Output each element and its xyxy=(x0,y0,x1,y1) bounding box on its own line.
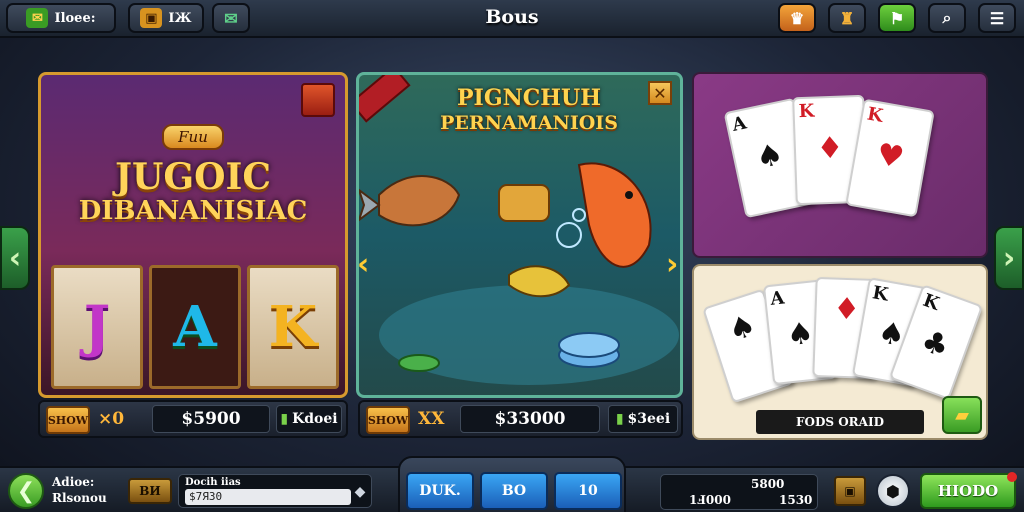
fish-title: PIGNCHUH PERNAMANIOIS xyxy=(419,85,639,135)
slots-game-panel[interactable]: Fuu JUGOIC DIBANANISIAC J A K xyxy=(38,72,348,398)
chest-button[interactable]: ♛ xyxy=(778,3,816,33)
code-field-input[interactable]: $7Я30 xyxy=(185,489,351,505)
bubble-icon xyxy=(556,208,586,248)
flag-button[interactable]: ⚑ xyxy=(878,3,916,33)
fish-title-line2: PERNAMANIOIS xyxy=(440,112,618,134)
slots-title-line1: JUGOIC xyxy=(114,156,272,198)
chevron-left-icon: ‹ xyxy=(8,240,22,276)
play-now-button[interactable]: HIODO xyxy=(920,472,1017,509)
diamond-icon: ♦ xyxy=(815,130,845,167)
slot-reels: J A K xyxy=(51,265,339,389)
fish-info-bar: SHOW XX $33000 ▮ $3eei xyxy=(358,400,683,438)
player-name: Adioe: xyxy=(52,475,95,489)
fish-game-panel[interactable]: PIGNCHUH PERNAMANIOIS ✕ ‹ › xyxy=(356,72,683,398)
tab-10[interactable]: 10 xyxy=(554,472,622,510)
soccer-ball-button[interactable]: ⬢ xyxy=(876,474,910,508)
fish-title-line1: PIGNCHUH xyxy=(457,85,601,111)
chest-icon: ▰ xyxy=(955,404,969,426)
slots-amount: $5900 xyxy=(152,405,270,433)
cards-game-panel-top[interactable]: A ♠ K ♦ K ♥ xyxy=(692,72,988,258)
koi-fish-icon xyxy=(577,162,652,268)
green-chip-icon xyxy=(398,354,440,372)
stats-line-2-left: 1Ⅎ000 xyxy=(689,493,731,507)
search-button[interactable]: ⌕ xyxy=(928,3,966,33)
slot-reel: K xyxy=(247,265,339,389)
slots-show-tag[interactable]: SHOW xyxy=(46,406,90,434)
small-fish-icon xyxy=(508,265,571,298)
fish-show-tag[interactable]: SHOW xyxy=(366,406,410,434)
top-bar: ✉ Iloee: ▣ IЖ ✉ Bous ♛ ♜ ⚑ ⌕ ☰ xyxy=(0,0,1024,38)
slots-tag: Fuu xyxy=(162,124,224,150)
gift-icon: ▣ xyxy=(140,8,163,28)
code-field-label: Docih iias xyxy=(185,477,241,488)
fish-multiplier: XX xyxy=(418,409,445,429)
mail-icon: ✉ xyxy=(224,8,238,28)
flag-icon: ⚑ xyxy=(889,8,905,28)
page-title: Bous xyxy=(485,6,539,28)
stats-line-1: 5800 xyxy=(751,477,785,491)
menu-button[interactable]: ☰ xyxy=(978,3,1016,33)
envelope-icon: ✉ xyxy=(26,8,49,28)
arrow-left-icon: ❮ xyxy=(16,478,36,504)
chest-button[interactable]: ▣ xyxy=(834,476,866,506)
menu-icon: ☰ xyxy=(989,8,1005,28)
cards-play-button[interactable]: ▰ xyxy=(942,396,982,434)
stats-line-2-right: 1530 xyxy=(779,493,813,507)
slots-multiplier: ×0 xyxy=(98,409,125,429)
fish-amount: $33000 xyxy=(460,405,600,433)
profile-button[interactable]: ✉ Iloee: xyxy=(6,3,116,33)
trophy-button[interactable]: ♜ xyxy=(828,3,866,33)
slots-badge-icon xyxy=(301,83,335,117)
close-icon: ✕ xyxy=(653,83,667,103)
slots-banner: Fuu JUGOIC DIBANANISIAC xyxy=(55,87,331,263)
fish-right-label-text: $3eei xyxy=(627,411,671,427)
chip-button[interactable]: ВИ xyxy=(128,478,172,504)
fish-scene xyxy=(359,162,679,385)
play-now-label: HIODO xyxy=(937,482,999,500)
fish-close-button[interactable]: ✕ xyxy=(648,81,672,105)
slot-reel: A xyxy=(149,265,241,389)
slots-right-label-text: Kdoei xyxy=(292,411,338,427)
soccer-ball-icon: ⬢ xyxy=(886,481,900,501)
chest-icon: ▣ xyxy=(844,484,856,498)
profile-button-label: Iloee: xyxy=(54,10,96,26)
tab-bo[interactable]: BO xyxy=(480,472,548,510)
search-icon: ⌕ xyxy=(942,8,952,27)
spade-icon: ♠ xyxy=(724,307,761,350)
bonus-button-label: IЖ xyxy=(168,10,192,26)
code-field-group: Docih iias $7Я30 xyxy=(178,474,372,508)
slots-info-bar: SHOW ×0 $5900 ▮ Kdoei xyxy=(38,400,348,438)
bottle-icon: ▮ xyxy=(280,411,289,427)
chevron-right-icon: › xyxy=(1002,240,1016,276)
carp-fish-icon xyxy=(359,175,461,227)
notification-dot xyxy=(1007,472,1017,482)
slot-reel: J xyxy=(51,265,143,389)
player-subtitle: Rlsonou xyxy=(52,491,107,505)
diamond-icon[interactable]: ◆ xyxy=(350,482,370,502)
slots-title-line2: DIBANANISIAC xyxy=(78,196,308,226)
bottle-icon: ▮ xyxy=(615,411,624,427)
golden-cannon-icon xyxy=(498,184,550,222)
bottom-bar: ❮ Adioe: Rlsonou ВИ Docih iias $7Я30 ◆ D… xyxy=(0,456,1024,512)
club-icon: ♣ xyxy=(916,323,954,366)
carousel-next-arrow[interactable]: › xyxy=(994,226,1024,290)
slots-right-label: ▮ Kdoei xyxy=(276,405,342,433)
stats-box: 5800 1Ⅎ000 1530 xyxy=(660,474,818,510)
fish-right-label: ▮ $3eei xyxy=(608,405,678,433)
corner-ribbon xyxy=(359,75,411,123)
tab-duk[interactable]: DUK. xyxy=(406,472,474,510)
cards-caption: FODS ORAID xyxy=(756,410,924,434)
cards-game-panel-bottom[interactable]: ♠ A ♠ ♦ K ♠ K ♣ FODS ORAID ▰ xyxy=(692,264,988,440)
crown-chest-icon: ♛ xyxy=(789,8,805,28)
player-info: Adioe: Rlsonou xyxy=(52,474,122,506)
trophy-icon: ♜ xyxy=(839,8,855,28)
back-button[interactable]: ❮ xyxy=(8,473,44,509)
carousel-prev-arrow[interactable]: ‹ xyxy=(0,226,30,290)
chip-button-label: ВИ xyxy=(139,484,161,498)
mail-button[interactable]: ✉ xyxy=(212,3,250,33)
bonus-button[interactable]: ▣ IЖ xyxy=(128,3,204,33)
heart-icon: ♥ xyxy=(873,136,907,177)
blue-coin-stack-icon xyxy=(558,332,620,368)
